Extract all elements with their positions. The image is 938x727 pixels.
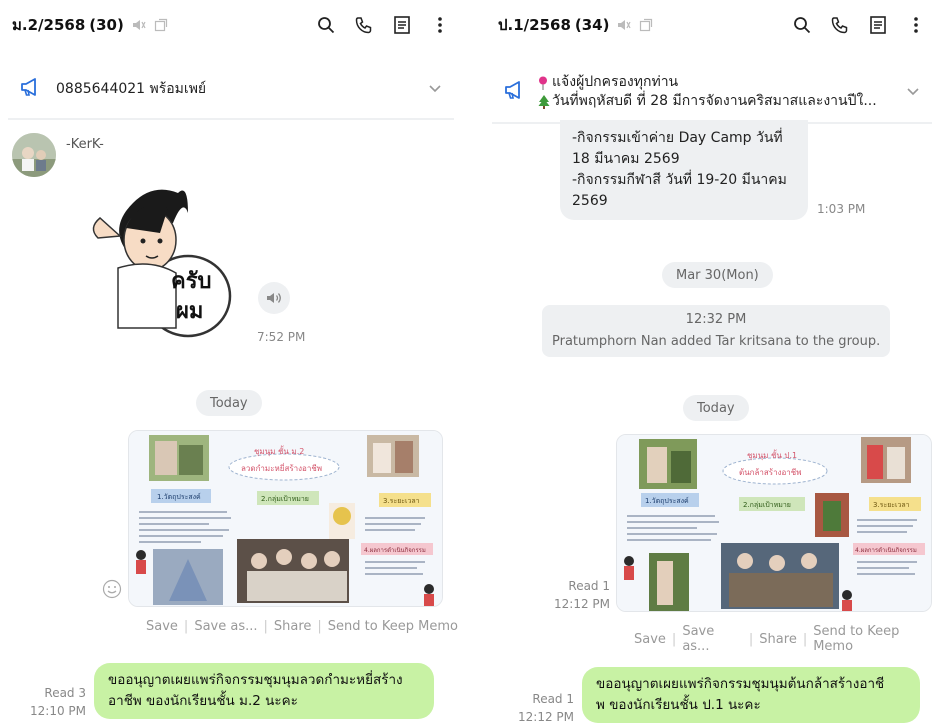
image-actions: Save | Save as... | Share | Send to Keep…	[146, 619, 458, 634]
announcement-bar[interactable]: แจ้งผู้ปกครองทุกท่าน วันที่พฤหัสบดี ที่ …	[492, 62, 932, 124]
poster-box-3: 3.ระยะเวลา	[383, 497, 420, 505]
notes-icon[interactable]	[868, 15, 888, 35]
message-line: 18 มีนาคม 2569	[572, 151, 680, 167]
read-count: Read 3	[44, 686, 86, 700]
read-count: Read 1	[568, 579, 610, 593]
announcement-line: วันที่พฤหัสบดี ที่ 28 มีการจัดงานคริสมาส…	[552, 93, 877, 109]
popout-icon[interactable]	[639, 18, 653, 32]
phone-icon[interactable]	[354, 15, 374, 35]
megaphone-icon	[20, 77, 42, 101]
read-status: Read 1 12:12 PM	[506, 690, 574, 726]
announcement-text: 0885644021 พร้อมเพย์	[56, 80, 207, 97]
notes-icon[interactable]	[392, 15, 412, 35]
avatar[interactable]	[12, 133, 56, 177]
keep-memo-button[interactable]: Send to Keep Memo	[813, 624, 938, 654]
date-divider: Today	[196, 390, 262, 416]
chat-title[interactable]: ป.1/2568	[498, 13, 571, 37]
more-icon[interactable]	[906, 15, 926, 35]
image-actions: Save | Save as... | Share | Send to Keep…	[634, 624, 938, 654]
separator: |	[263, 619, 268, 634]
announcement-line: แจ้งผู้ปกครองทุกท่าน	[552, 74, 679, 90]
separator: |	[748, 631, 754, 647]
image-message[interactable]: ชุมนุม ชั้น ป.1 ต้นกล้าสร้างอาชีพ 1.วัตถ…	[616, 434, 932, 612]
message-bubble[interactable]: ขออนุญาตเผยแพร่กิจกรรมชุมนุมต้นกล้าสร้าง…	[582, 667, 920, 723]
share-button[interactable]: Share	[759, 632, 797, 647]
chat-header: ป.1/2568 (34)	[486, 0, 938, 50]
image-message[interactable]: ชุมนุม ชั้น ม.2 ลวดกำมะหยี่สร้างอาชีพ 1.…	[128, 430, 443, 607]
tree-icon	[538, 94, 550, 109]
mute-icon	[132, 18, 146, 32]
poster-box-4: 4.ผลการดำเนินกิจกรรม	[364, 547, 426, 554]
sender-name: -KerK-	[66, 137, 104, 152]
search-icon[interactable]	[316, 15, 336, 35]
separator: |	[183, 619, 189, 634]
message-time: 12:12 PM	[518, 710, 574, 724]
system-message: 12:32 PM Pratumphorn Nan added Tar krits…	[542, 305, 890, 357]
message-line: -กิจกรรมกีฬาสี วันที่ 19-20 มีนาคม	[572, 172, 787, 188]
message-line: ขออนุญาตเผยแพร่กิจกรรมชุมนุมต้นกล้าสร้าง…	[596, 676, 885, 692]
sticker-text-2: ผม	[176, 299, 203, 324]
message-line: พ ของนักเรียนชั้น ป.1 นะคะ	[596, 697, 761, 713]
message-bubble[interactable]: ขออนุญาตเผยแพร่กิจกรรมชุมนุมลวดกำมะหยี่ส…	[94, 663, 434, 719]
chat-pane-left: ม.2/2568 (30) 0885644021 พร้อมเพย์ -KerK…	[0, 0, 462, 727]
poster-box-2: 2.กลุ่มเป้าหมาย	[261, 495, 309, 503]
member-count: (30)	[89, 16, 124, 34]
pin-icon	[538, 76, 548, 90]
save-button[interactable]: Save	[146, 619, 178, 634]
poster-subtitle: ลวดกำมะหยี่สร้างอาชีพ	[241, 462, 322, 473]
message-time: 7:52 PM	[257, 330, 306, 344]
poster-box-1: 1.วัตถุประสงค์	[645, 497, 689, 505]
read-count: Read 1	[532, 692, 574, 706]
save-as-button[interactable]: Save as...	[682, 624, 743, 654]
chevron-down-icon[interactable]	[906, 87, 920, 97]
chat-header: ม.2/2568 (30)	[0, 0, 462, 50]
chat-pane-right: ป.1/2568 (34) แจ้งผู้ปกครองทุกท่าน วันที…	[486, 0, 938, 727]
announcement-bar[interactable]: 0885644021 พร้อมเพย์	[8, 60, 454, 120]
message-bubble[interactable]: -กิจกรรมเข้าค่าย Day Camp วันที่ 18 มีนา…	[560, 120, 808, 220]
member-count: (34)	[574, 16, 610, 34]
mute-icon	[617, 18, 632, 32]
message-time: 1:03 PM	[817, 202, 866, 216]
poster-title: ชุมนุม ชั้น ป.1	[747, 449, 797, 460]
poster-box-3: 3.ระยะเวลา	[873, 501, 910, 509]
poster-box-1: 1.วัตถุประสงค์	[157, 493, 201, 501]
separator: |	[671, 631, 677, 647]
announcement-text: แจ้งผู้ปกครองทุกท่าน วันที่พฤหัสบดี ที่ …	[538, 73, 877, 111]
message-line: อาชีพ ของนักเรียนชั้น ม.2 นะคะ	[108, 693, 298, 709]
speaker-icon[interactable]	[258, 282, 290, 314]
poster-box-2: 2.กลุ่มเป้าหมาย	[743, 501, 791, 509]
message-line: ขออนุญาตเผยแพร่กิจกรรมชุมนุมลวดกำมะหยี่ส…	[108, 672, 403, 688]
pane-divider	[462, 0, 486, 727]
phone-icon[interactable]	[830, 15, 850, 35]
date-divider: Mar 30(Mon)	[662, 262, 773, 288]
save-as-button[interactable]: Save as...	[194, 619, 257, 634]
system-time: 12:32 PM	[685, 312, 747, 327]
more-icon[interactable]	[430, 15, 450, 35]
message-time: 12:12 PM	[554, 597, 610, 611]
separator: |	[317, 619, 322, 634]
share-button[interactable]: Share	[274, 619, 312, 634]
system-text: Pratumphorn Nan added Tar kritsana to th…	[552, 334, 881, 349]
date-divider: Today	[683, 395, 749, 421]
read-status: Read 3 12:10 PM	[20, 684, 86, 720]
poster-box-4: 4.ผลการดำเนินกิจกรรม	[855, 547, 917, 554]
message-line: 2569	[572, 193, 608, 209]
sticker[interactable]: ครับ ผม	[88, 178, 238, 338]
popout-icon[interactable]	[154, 18, 168, 32]
chevron-down-icon[interactable]	[428, 84, 442, 94]
poster-title: ชุมนุม ชั้น ม.2	[254, 445, 304, 456]
separator: |	[802, 631, 808, 647]
poster-subtitle: ต้นกล้าสร้างอาชีพ	[739, 468, 801, 477]
message-line: -กิจกรรมเข้าค่าย Day Camp วันที่	[572, 130, 783, 146]
sticker-text-1: ครับ	[171, 269, 212, 294]
message-time: 12:10 PM	[30, 704, 86, 718]
chat-title[interactable]: ม.2/2568	[12, 13, 85, 37]
save-button[interactable]: Save	[634, 632, 666, 647]
megaphone-icon	[504, 80, 526, 104]
keep-memo-button[interactable]: Send to Keep Memo	[328, 619, 458, 634]
read-status: Read 1 12:12 PM	[538, 577, 610, 613]
emoji-icon[interactable]	[102, 579, 122, 599]
search-icon[interactable]	[792, 15, 812, 35]
